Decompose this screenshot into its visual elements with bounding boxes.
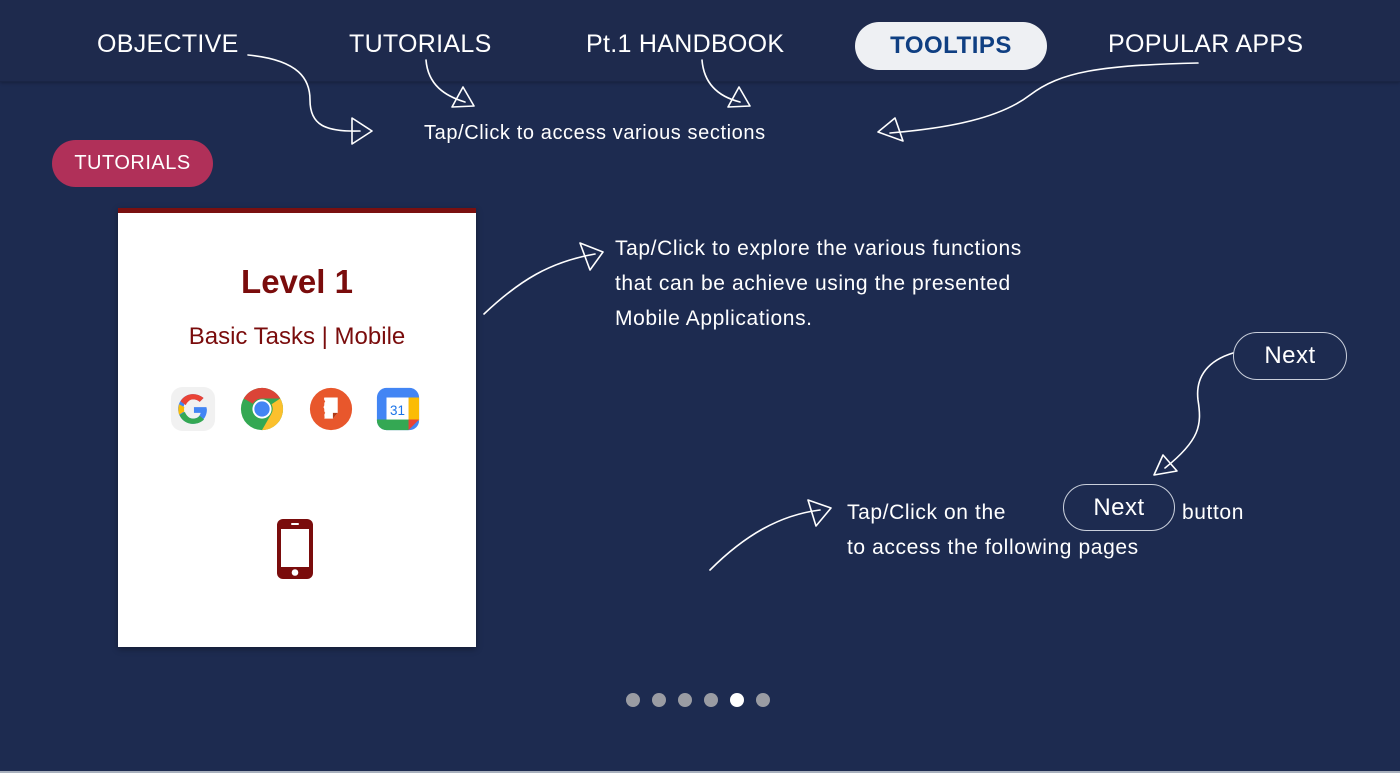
nav-tab-objective[interactable]: OBJECTIVE	[97, 30, 239, 59]
notes-icon	[309, 387, 353, 431]
calendar-icon: 31	[376, 387, 420, 431]
card-hint-line-2: that can be achieve using the presented	[615, 272, 1011, 295]
smartphone-icon	[277, 519, 313, 579]
arrowhead-next-hint	[807, 499, 832, 527]
chrome-icon	[240, 387, 284, 431]
arrowhead-tutorials	[451, 86, 475, 108]
card-hint-line-3: Mobile Applications.	[615, 307, 813, 330]
arrowhead-popular-apps	[877, 117, 904, 142]
level-card[interactable]: Level 1 Basic Tasks | Mobile 31	[118, 208, 476, 647]
next-inline-button[interactable]: Next	[1063, 484, 1175, 531]
nav-tab-handbook[interactable]: Pt.1 HANDBOOK	[586, 30, 784, 59]
arrowhead-handbook	[727, 86, 751, 108]
section-pill-tutorials[interactable]: TUTORIALS	[52, 140, 213, 187]
arrow-card	[483, 253, 596, 315]
arrowhead-card	[579, 242, 604, 271]
card-hint-line-1: Tap/Click to explore the various functio…	[615, 237, 1022, 260]
arrowhead-objective	[351, 117, 373, 145]
nav-tab-tooltips[interactable]: TOOLTIPS	[855, 22, 1047, 70]
page-dot-2[interactable]	[652, 693, 666, 707]
calendar-day: 31	[390, 403, 405, 418]
card-title: Level 1	[241, 263, 353, 300]
next-hint-line-1-prefix: Tap/Click on the	[847, 501, 1007, 524]
pagination-dots	[626, 693, 770, 707]
card-subtitle: Basic Tasks | Mobile	[188, 323, 406, 350]
next-button[interactable]: Next	[1233, 332, 1347, 380]
page-dot-1[interactable]	[626, 693, 640, 707]
next-hint-line-1-suffix: button	[1182, 501, 1244, 524]
nav-hint-text: Tap/Click to access various sections	[424, 122, 766, 144]
arrow-next	[1164, 352, 1234, 469]
page-dot-6[interactable]	[756, 693, 770, 707]
google-icon	[170, 386, 216, 432]
top-navigation-bar: OBJECTIVE TUTORIALS Pt.1 HANDBOOK TOOLTI…	[0, 0, 1400, 82]
arrowhead-next	[1153, 454, 1178, 476]
next-hint-line-2: to access the following pages	[847, 536, 1139, 559]
card-hint-text: Tap/Click to explore the various functio…	[615, 231, 1022, 336]
nav-tab-tutorials[interactable]: TUTORIALS	[349, 30, 492, 59]
page-dot-4[interactable]	[704, 693, 718, 707]
nav-tab-popular-apps[interactable]: POPULAR APPS	[1108, 30, 1303, 59]
page-dot-3[interactable]	[678, 693, 692, 707]
arrow-next-hint	[709, 509, 821, 571]
page-dot-5-active[interactable]	[730, 693, 744, 707]
